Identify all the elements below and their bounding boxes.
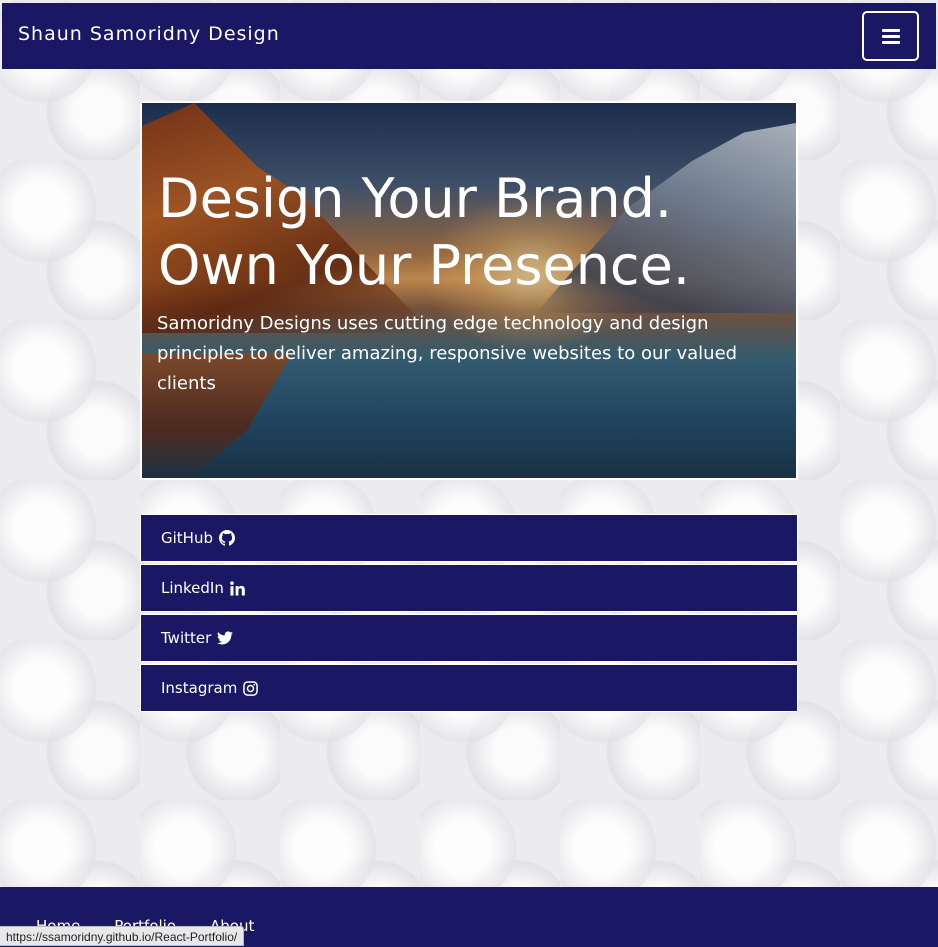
hero-subtitle: Samoridny Designs uses cutting edge tech… [157, 313, 738, 394]
twitter-link-label: Twitter [161, 629, 212, 647]
twitter-icon [217, 631, 234, 645]
github-link-label: GitHub [161, 529, 213, 547]
social-links-list: GitHub LinkedIn Twitter Instagram [140, 514, 798, 712]
brand-link[interactable]: Shaun Samoridny Design [18, 23, 280, 45]
hero-banner: Design Your Brand. Own Your Presence. Sa… [140, 101, 798, 480]
status-bar-url: https://ssamoridny.github.io/React-Portf… [0, 926, 245, 946]
hamburger-menu-icon [881, 28, 900, 44]
linkedin-link[interactable]: LinkedIn [140, 564, 798, 612]
linkedin-link-label: LinkedIn [161, 579, 224, 597]
instagram-icon [243, 680, 259, 696]
hero-title: Design Your Brand. Own Your Presence. [158, 165, 778, 299]
twitter-link[interactable]: Twitter [140, 614, 798, 662]
menu-toggle-button[interactable] [862, 11, 919, 61]
hero-title-line-1: Design Your Brand. [158, 167, 673, 230]
github-icon [218, 530, 235, 546]
instagram-link-label: Instagram [161, 679, 238, 697]
instagram-link[interactable]: Instagram [140, 664, 798, 712]
hero-title-line-2: Own Your Presence. [158, 234, 691, 297]
navbar: Shaun Samoridny Design [2, 3, 936, 69]
linkedin-icon [230, 580, 245, 596]
github-link[interactable]: GitHub [140, 514, 798, 562]
